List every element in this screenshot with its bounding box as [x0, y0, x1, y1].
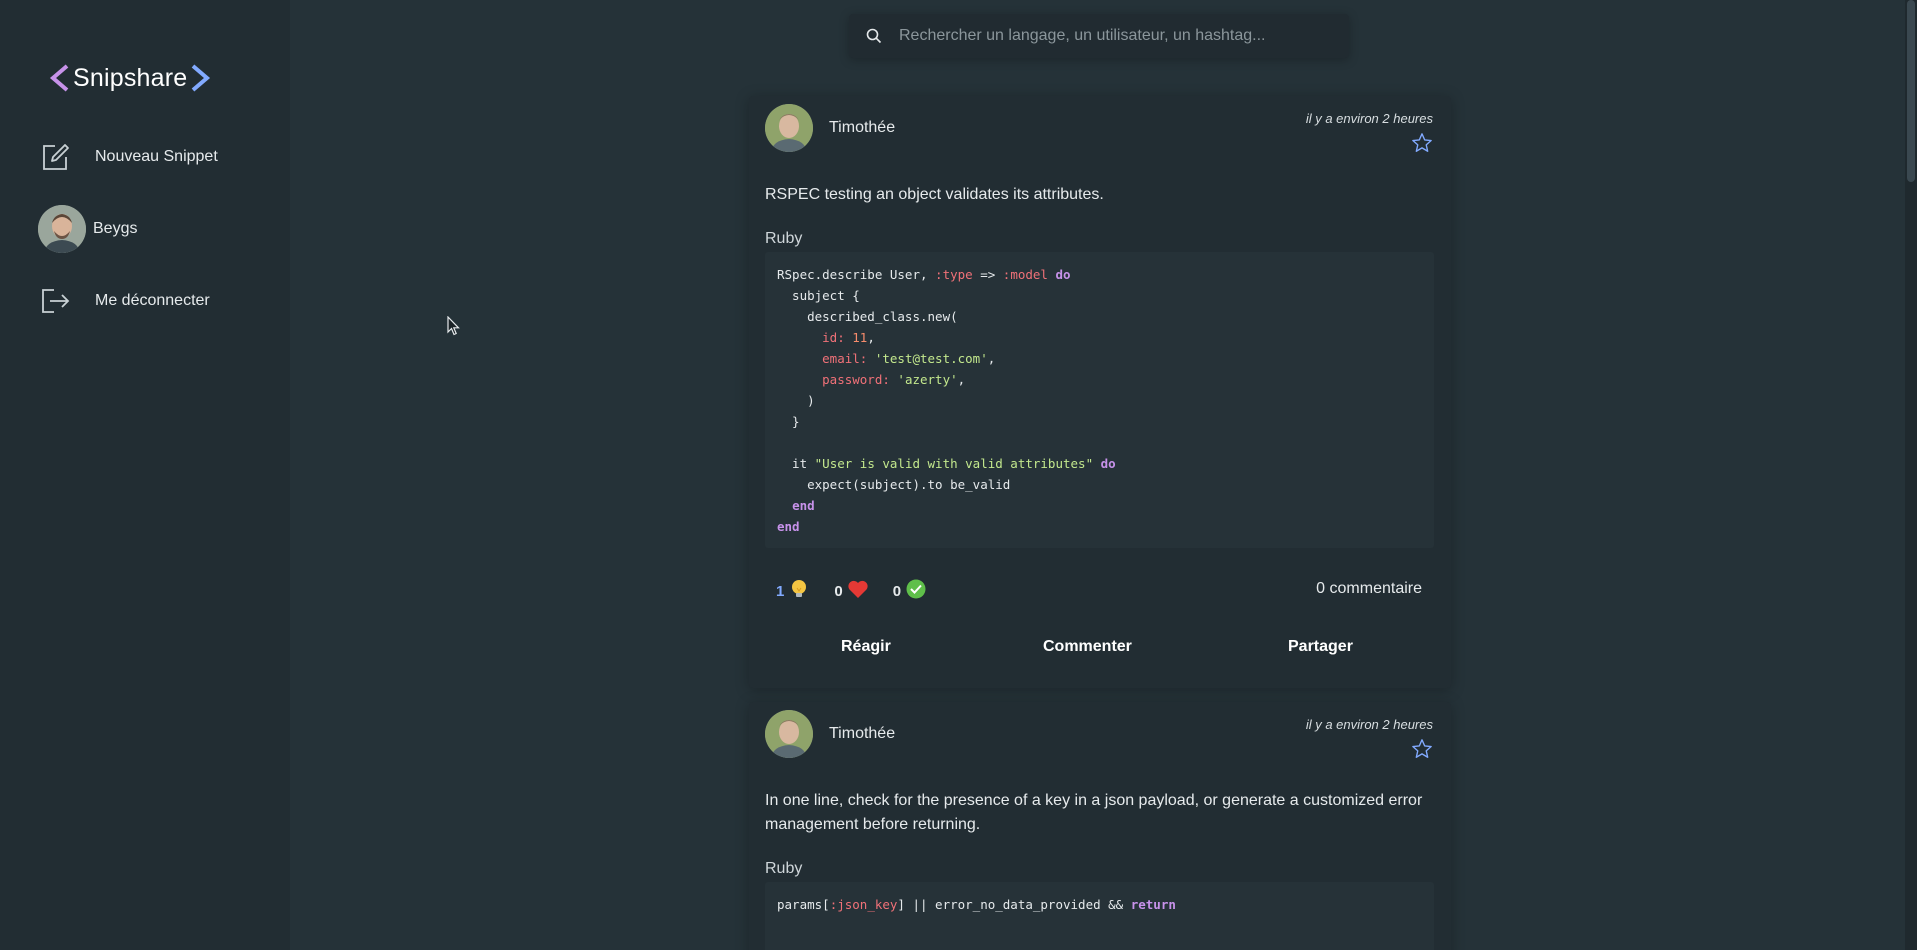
post-time: il y a environ 2 heures [1305, 111, 1433, 126]
author-name: Timothée [829, 725, 896, 742]
sidebar-item-label: Me déconnecter [95, 292, 210, 309]
snippet-card: Timothée il y a environ 2 heures RSPEC t… [749, 96, 1451, 688]
avatar [765, 104, 813, 152]
sidebar-item-label: Nouveau Snippet [95, 148, 218, 165]
scrollbar[interactable] [1905, 0, 1917, 950]
post-description: In one line, check for the presence of a… [765, 792, 1423, 833]
react-button[interactable]: Réagir [841, 638, 891, 656]
chevron-right-icon [192, 64, 211, 92]
code-token: return [1130, 897, 1176, 912]
code-token: :type [935, 267, 973, 282]
sidebar-item-label: Beygs [93, 220, 138, 237]
edit-icon [40, 133, 88, 181]
comment-button[interactable]: Commenter [1043, 638, 1132, 656]
share-button[interactable]: Partager [1288, 638, 1353, 656]
code-token: end [777, 519, 800, 534]
code-token: RSpec.describe User, [777, 267, 936, 282]
sidebar-item-logout[interactable]: Me déconnecter [40, 277, 210, 325]
post-author[interactable]: Timothée [765, 710, 895, 758]
code-token: 'azerty' [897, 372, 958, 387]
code-token: end [792, 498, 815, 513]
search-bar[interactable] [849, 14, 1349, 58]
reaction-count: 0 [834, 582, 843, 600]
heart-icon [847, 579, 869, 603]
code-token: params[ [777, 897, 830, 912]
logo[interactable]: Snipshare [48, 58, 212, 98]
avatar [38, 205, 86, 253]
code-block: params[:json_key] || error_no_data_provi… [765, 882, 1434, 950]
scrollbar-thumb[interactable] [1907, 0, 1915, 182]
code-token: :json_key [829, 897, 898, 912]
post-description: RSPEC testing an object validates its at… [765, 186, 1104, 203]
star-icon[interactable] [1411, 738, 1433, 765]
code-token: ] || error_no_data_provided && [897, 897, 1131, 912]
code-token: password: [822, 372, 890, 387]
reaction-count: 0 [892, 582, 902, 600]
search-input[interactable] [899, 27, 1329, 45]
post-time: il y a environ 2 heures [1305, 717, 1433, 732]
reactions: 1 0 0 [776, 578, 951, 604]
code-token: do [1055, 267, 1071, 282]
author-name: Timothée [829, 119, 896, 136]
code-token: :model [1002, 267, 1048, 282]
reaction-approve[interactable]: 0 [893, 578, 927, 604]
code-block: RSpec.describe User, :type => :model do … [765, 252, 1434, 548]
code-token: 11 [852, 330, 868, 345]
post-actions: Réagir Commenter Partager [749, 624, 1451, 680]
lightbulb-icon [788, 578, 810, 604]
logout-icon [40, 277, 88, 325]
cursor-icon [447, 315, 461, 341]
sidebar-item-new-snippet[interactable]: Nouveau Snippet [40, 133, 218, 181]
post-language: Ruby [765, 860, 803, 877]
check-icon [905, 578, 927, 604]
avatar [765, 710, 813, 758]
logo-text: Snipshare [73, 63, 188, 92]
reaction-count: 1 [776, 582, 785, 600]
search-icon [849, 28, 899, 44]
code-token: do [1100, 456, 1116, 471]
post-author[interactable]: Timothée [765, 104, 895, 152]
post-language: Ruby [765, 230, 803, 247]
code-token: 'test@test.com' [874, 351, 988, 366]
snippet-card: Timothée il y a environ 2 heures In one … [749, 702, 1451, 950]
code-token: email: [822, 351, 868, 366]
chevron-left-icon [49, 64, 69, 92]
code-token: => [972, 267, 1003, 282]
reaction-idea[interactable]: 1 [776, 578, 810, 604]
code-token: id: [822, 330, 845, 345]
sidebar: Snipshare Nouveau Snippet Beygs Me décon… [0, 0, 290, 950]
code-token: "User is valid with valid attributes" [814, 456, 1094, 471]
reaction-love[interactable]: 0 [834, 579, 868, 603]
sidebar-item-profile[interactable]: Beygs [38, 205, 138, 253]
comments-count[interactable]: 0 commentaire [1316, 580, 1422, 598]
star-icon[interactable] [1411, 132, 1433, 159]
